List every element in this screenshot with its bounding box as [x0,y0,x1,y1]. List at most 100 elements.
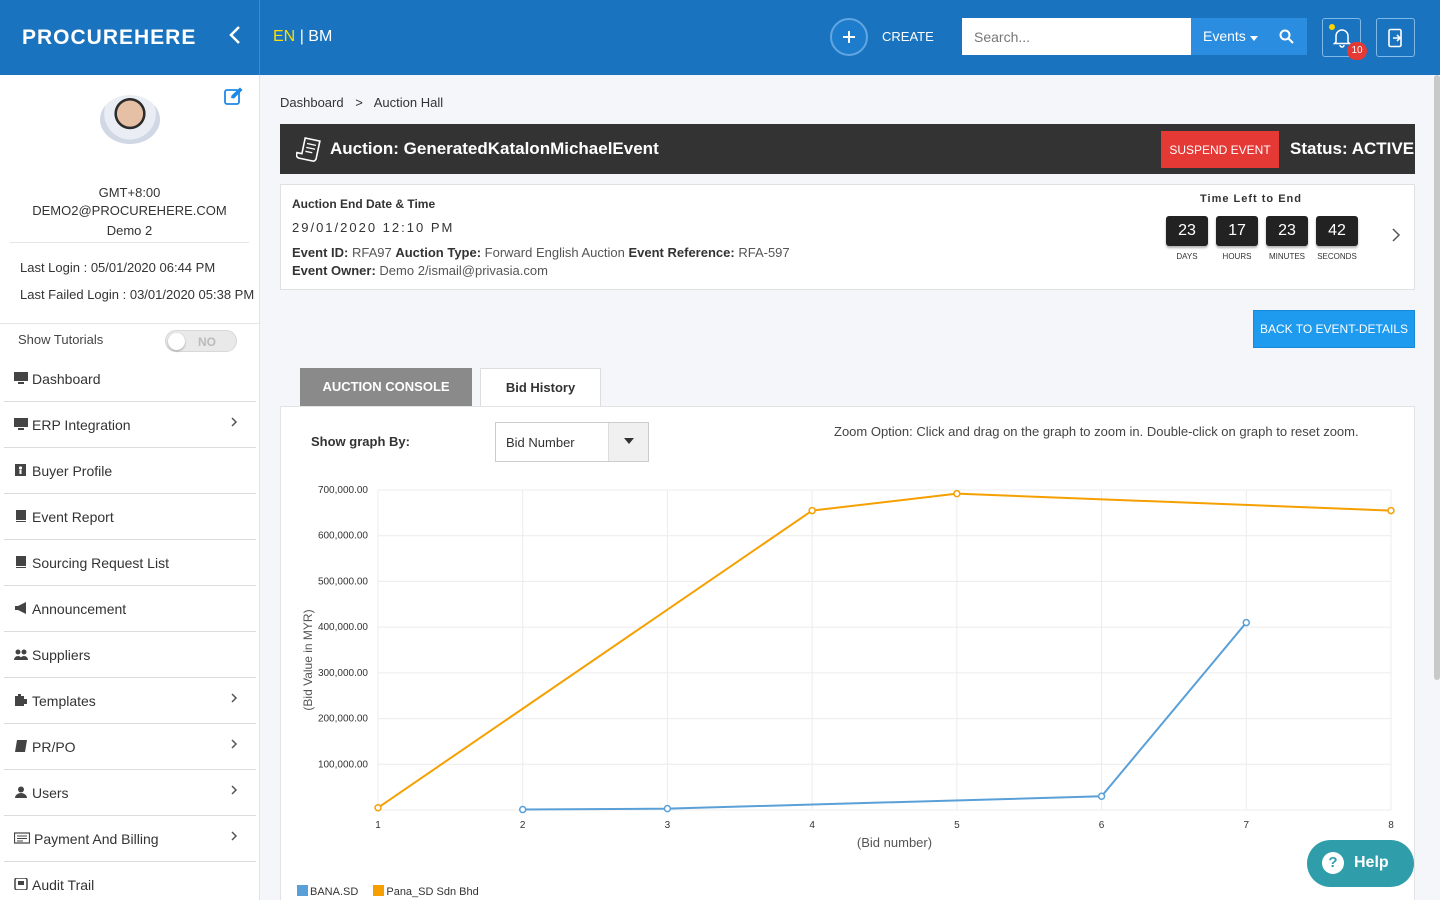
avatar[interactable] [100,95,160,144]
breadcrumb-dashboard-link[interactable]: Dashboard [280,95,344,110]
lang-en-link[interactable]: EN [273,28,295,45]
sidebar-item-label: Payment And Billing [34,831,159,847]
logo[interactable]: PROCUREHERE [22,26,196,50]
y-tick-label: 500,000.00 [318,576,368,587]
sidebar-item-dashboard[interactable]: Dashboard [4,356,256,402]
sidebar-item-event-report[interactable]: Event Report [4,494,256,540]
data-point [1097,792,1106,801]
last-failed-login: Last Failed Login : 03/01/2020 05:38 PM [20,287,255,302]
chevron-right-icon[interactable] [1391,223,1401,249]
event-owner: Demo 2/ismail@privasia.com [379,263,548,278]
megaphone-icon [15,602,26,614]
x-tick-label: 1 [375,820,381,831]
sidebar-item-erp-integration[interactable]: ERP Integration [4,402,256,448]
countdown-hours: 17 HOURS [1216,216,1258,261]
x-tick-label: 8 [1388,820,1394,831]
legend-item-bana-sd[interactable]: BANA.SD [297,885,359,898]
audit-icon [14,878,28,890]
chevron-right-icon [230,737,238,753]
sidebar-item-label: Buyer Profile [32,463,113,479]
events-dropdown[interactable]: Events [1191,18,1265,55]
end-date-heading: Auction End Date & Time [292,197,436,211]
sidebar: GMT+8:00 DEMO2@PROCUREHERE.COM Demo 2 La… [0,75,260,900]
event-owner-line: Event Owner: Demo 2/ismail@privasia.com [292,263,548,278]
desktop-icon [14,418,28,430]
suspend-event-button[interactable]: SUSPEND EVENT [1161,131,1279,168]
bid-history-chart[interactable]: 100,000.00 200,000.00 300,000.00 400,000.00… [281,467,1416,887]
sidebar-item-payment-and-billing[interactable]: Payment And Billing [4,816,256,862]
create-button[interactable] [830,18,868,56]
notification-count-badge: 10 [1347,42,1367,60]
sidebar-item-templates[interactable]: Templates [4,678,256,724]
page-scrollbar[interactable] [1434,75,1440,680]
sidebar-item-suppliers[interactable]: Suppliers [4,632,256,678]
sidebar-item-label: PR/PO [32,739,76,755]
zoom-instructions: Zoom Option: Click and drag on the graph… [834,424,1359,439]
series-line-1 [377,492,1392,809]
show-graph-by-select[interactable]: Bid Number [495,422,649,462]
notifications-button[interactable]: 10 [1322,18,1367,60]
show-graph-by-label: Show graph By: [311,434,410,449]
countdown-minutes: 23 MINUTES [1266,216,1308,261]
help-button[interactable]: ? Help [1307,840,1414,887]
sidebar-item-audit-trail[interactable]: Audit Trail [4,862,256,900]
event-meta-line: Event ID: RFA97 Auction Type: Forward En… [292,245,790,260]
help-label: Help [1354,854,1389,871]
x-tick-label: 6 [1099,820,1105,831]
x-tick-label: 4 [809,820,815,831]
show-tutorials-row: Show Tutorials NO [0,323,259,355]
event-reference: RFA-597 [738,245,790,260]
chevron-right-icon [230,691,238,707]
chevron-right-icon [230,415,238,431]
lang-separator: | [299,28,304,45]
sidebar-item-label: Dashboard [32,371,101,387]
sidebar-item-announcement[interactable]: Announcement [4,586,256,632]
sidebar-item-sourcing-request-list[interactable]: Sourcing Request List [4,540,256,586]
x-tick-label: 7 [1244,820,1250,831]
billing-icon [14,832,30,844]
sidebar-item-label: ERP Integration [32,417,131,433]
end-date-value: 29/01/2020 12:10 PM [292,220,455,235]
tab-bid-history[interactable]: Bid History [480,368,601,407]
timezone: GMT+8:00 [98,185,161,200]
top-bar: PROCUREHERE EN | BM CREATE Events 10 [0,0,1440,75]
legend-label: Pana_SD Sdn Bhd [386,886,479,898]
sidebar-item-label: Event Report [32,509,114,525]
sidebar-item-pr-po[interactable]: PR/PO [4,724,256,770]
logout-icon [1388,28,1402,48]
search-input[interactable] [962,18,1191,55]
user-email: DEMO2@PROCUREHERE.COM [32,203,227,218]
legend-item-pana-sd[interactable]: Pana_SD Sdn Bhd [373,885,479,898]
x-axis-label: (Bid number) [857,835,932,850]
main-content: Dashboard > Auction Hall Auction: Genera… [260,75,1440,900]
y-tick-label: 300,000.00 [318,668,368,679]
sidebar-item-buyer-profile[interactable]: Buyer Profile [4,448,256,494]
book-icon [16,556,26,568]
user-name: Demo 2 [106,223,153,238]
user-icon [15,786,27,798]
data-point [374,803,382,812]
back-to-event-details-button[interactable]: BACK TO EVENT-DETAILS [1253,310,1415,348]
sidebar-item-users[interactable]: Users [4,770,256,816]
collapse-sidebar-icon[interactable] [228,24,248,52]
template-icon [15,694,27,706]
show-graph-by-value: Bid Number [506,435,575,450]
sidebar-item-label: Suppliers [32,647,91,663]
logout-button[interactable] [1376,18,1415,57]
lang-bm-link[interactable]: BM [308,28,332,45]
sidebar-divider [10,242,249,243]
toggle-state: NO [198,335,216,349]
breadcrumb: Dashboard > Auction Hall [280,95,443,110]
legend-label: BANA.SD [310,886,359,898]
search-button[interactable] [1265,18,1307,55]
events-dropdown-label: Events [1203,28,1246,44]
edit-profile-icon[interactable] [224,87,244,105]
create-label[interactable]: CREATE [882,29,934,44]
tab-auction-console[interactable]: AUCTION CONSOLE [300,368,472,406]
show-tutorials-toggle[interactable]: NO [165,330,237,352]
chevron-right-icon [230,829,238,845]
countdown-days-value: 23 [1166,216,1208,246]
auction-info-card: Auction End Date & Time 29/01/2020 12:10… [280,184,1415,290]
countdown-minutes-value: 23 [1266,216,1308,246]
countdown-minutes-label: MINUTES [1269,252,1305,261]
